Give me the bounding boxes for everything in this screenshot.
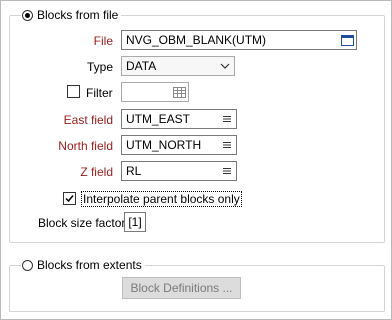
z-field-label: Z field	[80, 165, 113, 179]
blocks-from-file-option[interactable]: Blocks from file	[21, 7, 122, 23]
z-field-value: RL	[126, 164, 142, 178]
blocks-from-extents-option[interactable]: Blocks from extents	[21, 257, 145, 273]
north-field-input[interactable]: UTM_NORTH	[121, 135, 237, 155]
block-size-factor-label: Block size factor	[38, 216, 126, 230]
checkmark-icon	[65, 195, 74, 203]
block-definitions-button[interactable]: Block Definitions ...	[122, 277, 241, 299]
type-label: Type	[86, 60, 113, 74]
block-size-factor-field[interactable]: [1]	[124, 212, 146, 232]
z-field-input[interactable]: RL	[121, 161, 237, 181]
interpolate-label: Interpolate parent blocks only	[81, 191, 242, 207]
panel-frame: Blocks from file File NVG_OBM_BLANK(UTM)…	[0, 0, 392, 320]
east-field-input[interactable]: UTM_EAST	[121, 109, 237, 129]
east-field-value: UTM_EAST	[126, 112, 191, 126]
file-label: File	[93, 34, 113, 48]
filter-checkbox[interactable]	[67, 85, 80, 98]
north-field-value: UTM_NORTH	[126, 138, 202, 152]
file-field[interactable]: NVG_OBM_BLANK(UTM)	[121, 30, 357, 50]
z-field-list-icon[interactable]	[218, 162, 236, 180]
east-field-list-icon[interactable]	[218, 110, 236, 128]
north-field-label: North field	[58, 139, 113, 153]
east-field-label: East field	[63, 113, 113, 127]
filter-table-icon[interactable]	[170, 83, 188, 101]
blocks-from-file-label: Blocks from file	[37, 8, 119, 22]
filter-label: Filter	[86, 86, 113, 100]
type-dropdown[interactable]: DATA	[121, 56, 235, 76]
north-field-list-icon[interactable]	[218, 136, 236, 154]
blocks-from-extents-label: Blocks from extents	[37, 258, 142, 272]
interpolate-checkbox[interactable]	[63, 192, 76, 205]
file-browse-icon[interactable]	[338, 31, 356, 49]
block-size-factor-value: [1]	[128, 215, 142, 229]
chevron-down-icon	[216, 57, 234, 75]
blocks-from-extents-radio[interactable]	[22, 259, 33, 271]
blocks-from-file-radio[interactable]	[22, 9, 33, 21]
file-value: NVG_OBM_BLANK(UTM)	[126, 33, 267, 47]
filter-field[interactable]	[121, 82, 189, 102]
type-value: DATA	[126, 59, 157, 73]
